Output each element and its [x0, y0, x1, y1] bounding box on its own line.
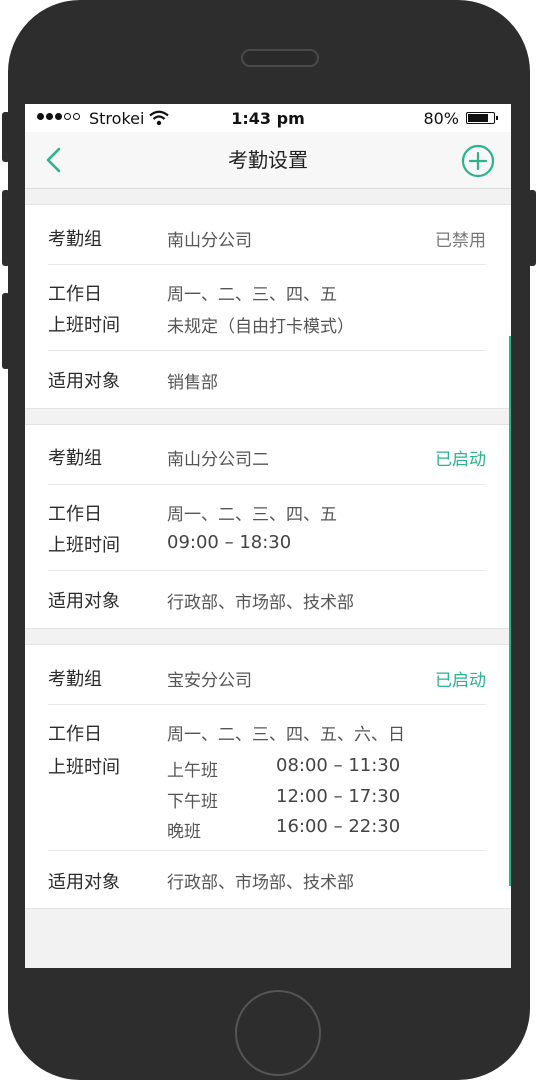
- group-label: 考勤组: [48, 229, 102, 250]
- mute-switch: [2, 112, 10, 162]
- attendance-group-card[interactable]: 考勤组 宝安分公司 已启动 工作日 周一、二、三、四、五、六、日 上班时间 上午…: [25, 644, 511, 909]
- group-name: 南山分公司二: [167, 450, 269, 470]
- applies-to-row: 适用对象 销售部: [48, 350, 486, 408]
- schedule-row: 工作日 周一、二、三、四、五 上班时间 09:00 – 18:30: [48, 484, 486, 571]
- app-screen: Strokei 1:43 pm 80% 考勤设置 考勤组 南山分公司 已禁用 工…: [25, 104, 511, 968]
- hours-label: 上班时间: [48, 315, 120, 336]
- scroll-indicator[interactable]: [509, 336, 511, 886]
- shift-name: 下午班: [167, 792, 218, 812]
- shift-name: 上午班: [167, 761, 218, 781]
- hours-label: 上班时间: [48, 757, 120, 778]
- applies-to-value: 销售部: [167, 373, 218, 393]
- earpiece-speaker: [241, 49, 319, 67]
- applies-to-value: 行政部、市场部、技术部: [167, 873, 354, 893]
- group-name-row: 考勤组 南山分公司二 已启动: [48, 425, 486, 485]
- shift-time: 12:00 – 17:30: [276, 786, 401, 807]
- attendance-group-card[interactable]: 考勤组 南山分公司二 已启动 工作日 周一、二、三、四、五 上班时间 09:00…: [25, 424, 511, 629]
- group-name-row: 考勤组 宝安分公司 已启动: [48, 645, 486, 705]
- attendance-group-card[interactable]: 考勤组 南山分公司 已禁用 工作日 周一、二、三、四、五 上班时间 未规定（自由…: [25, 204, 511, 409]
- group-label: 考勤组: [48, 669, 102, 690]
- group-name-row: 考勤组 南山分公司 已禁用: [48, 205, 486, 265]
- applies-to-label: 适用对象: [48, 371, 120, 392]
- schedule-row: 工作日 周一、二、三、四、五、六、日 上班时间 上午班 08:00 – 11:3…: [48, 704, 486, 851]
- shift-time: 08:00 – 11:30: [276, 755, 401, 776]
- group-label: 考勤组: [48, 448, 102, 469]
- battery-percentage: 80%: [423, 109, 459, 128]
- hours-value: 未规定（自由打卡模式）: [167, 317, 354, 337]
- shift-time: 16:00 – 22:30: [276, 816, 401, 837]
- battery-icon: [466, 112, 495, 124]
- plus-circle-icon: [461, 144, 495, 178]
- workdays-value: 周一、二、三、四、五、六、日: [167, 725, 405, 745]
- hours-label: 上班时间: [48, 535, 120, 556]
- applies-to-value: 行政部、市场部、技术部: [167, 593, 354, 613]
- status-badge: 已启动: [435, 450, 486, 470]
- workdays-value: 周一、二、三、四、五: [167, 285, 337, 305]
- home-button[interactable]: [235, 990, 321, 1076]
- hours-value: 09:00 – 18:30: [167, 532, 292, 553]
- navigation-bar: 考勤设置: [25, 132, 511, 189]
- workdays-label: 工作日: [48, 504, 102, 525]
- group-name: 宝安分公司: [167, 671, 252, 691]
- applies-to-label: 适用对象: [48, 872, 120, 893]
- page-title: 考勤设置: [228, 148, 308, 172]
- group-name: 南山分公司: [167, 231, 252, 251]
- applies-to-label: 适用对象: [48, 591, 120, 612]
- schedule-row: 工作日 周一、二、三、四、五 上班时间 未规定（自由打卡模式）: [48, 264, 486, 351]
- status-badge: 已启动: [435, 671, 486, 691]
- status-badge: 已禁用: [435, 231, 486, 251]
- volume-down-button: [2, 293, 10, 369]
- workdays-label: 工作日: [48, 284, 102, 305]
- shift-name: 晚班: [167, 822, 201, 842]
- applies-to-row: 适用对象 行政部、市场部、技术部: [48, 570, 486, 628]
- applies-to-row: 适用对象 行政部、市场部、技术部: [48, 850, 486, 908]
- workdays-label: 工作日: [48, 724, 102, 745]
- volume-up-button: [2, 190, 10, 266]
- add-group-button[interactable]: [461, 144, 495, 178]
- workdays-value: 周一、二、三、四、五: [167, 505, 337, 525]
- status-bar: Strokei 1:43 pm 80%: [25, 104, 511, 132]
- power-button: [528, 190, 536, 266]
